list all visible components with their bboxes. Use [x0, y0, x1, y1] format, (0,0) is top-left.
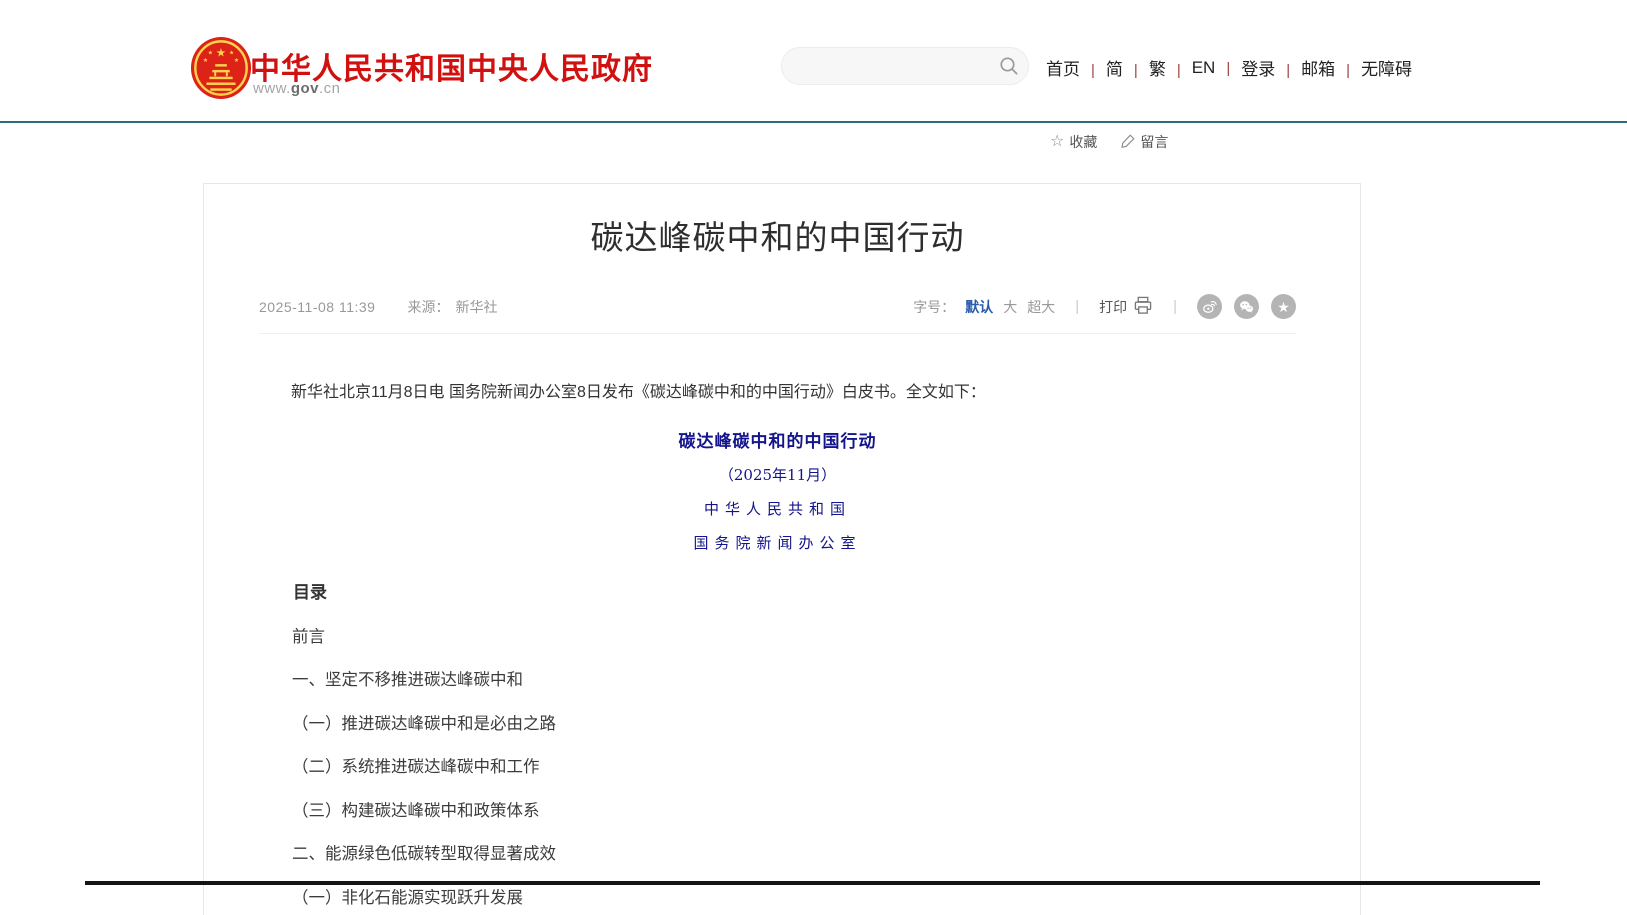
star-outline-icon: ☆ [1050, 134, 1064, 150]
lead-paragraph: 新华社北京11月8日电 国务院新闻办公室8日发布《碳达峰碳中和的中国行动》白皮书… [259, 381, 1296, 405]
favorite-label: 收藏 [1069, 132, 1097, 152]
svg-text:★: ★ [208, 49, 213, 56]
message-label: 留言 [1140, 132, 1168, 152]
document-org-line2: 国务院新闻办公室 [259, 532, 1296, 553]
qzone-star-icon[interactable]: ★ [1271, 294, 1296, 319]
font-size-xlarge-button[interactable]: 超大 [1027, 297, 1055, 317]
page-tools: ☆ 收藏 留言 [1050, 132, 1168, 152]
font-size-default-button[interactable]: 默认 [965, 297, 993, 317]
print-label: 打印 [1099, 297, 1127, 317]
site-url-prefix: www. [253, 80, 291, 97]
nav-home[interactable]: 首页 [1046, 55, 1106, 80]
document-title: 碳达峰碳中和的中国行动 [259, 427, 1296, 452]
wechat-icon[interactable] [1234, 294, 1259, 319]
meta-right: 字号： 默认 大 超大 | 打印 | [913, 294, 1296, 319]
toc-item-section1-3[interactable]: （三）构建碳达峰碳中和政策体系 [259, 803, 1296, 820]
search-box[interactable] [781, 47, 1029, 85]
document-heading-block: 碳达峰碳中和的中国行动 （2025年11月） 中华人民共和国 国务院新闻办公室 [259, 427, 1296, 553]
nav-simplified[interactable]: 简 [1106, 55, 1149, 80]
toc-item-preface[interactable]: 前言 [259, 629, 1296, 646]
meta-separator: | [1173, 298, 1177, 315]
nav-login[interactable]: 登录 [1241, 55, 1301, 80]
search-input[interactable] [800, 58, 999, 75]
document-org-line1: 中华人民共和国 [259, 498, 1296, 519]
font-size-large-button[interactable]: 大 [1003, 297, 1017, 317]
toc-item-section1-1[interactable]: （一）推进碳达峰碳中和是必由之路 [259, 716, 1296, 733]
site-header: ★ ★ ★ ★ ★ 中华人民共和国中央人民政府 www.gov.cn 首页 简 … [0, 0, 1627, 122]
print-button[interactable]: 打印 [1099, 296, 1153, 318]
site-url-gov: gov [291, 80, 319, 97]
nav-english[interactable]: EN [1192, 58, 1242, 78]
pencil-icon [1121, 134, 1135, 151]
svg-text:★: ★ [203, 57, 208, 64]
article-container: 碳达峰碳中和的中国行动 2025-11-08 11:39 来源： 新华社 字号：… [203, 183, 1361, 915]
message-button[interactable]: 留言 [1121, 132, 1168, 152]
meta-left: 2025-11-08 11:39 来源： 新华社 [259, 297, 497, 317]
weibo-icon[interactable] [1197, 294, 1222, 319]
svg-text:★: ★ [234, 57, 239, 64]
toc-item-section1-2[interactable]: （二）系统推进碳达峰碳中和工作 [259, 759, 1296, 776]
article-title: 碳达峰碳中和的中国行动 [259, 218, 1296, 258]
toc-item-section2-1[interactable]: （一）非化石能源实现跃升发展 [259, 890, 1296, 907]
toc-heading: 目录 [259, 578, 1296, 603]
source-label: 来源： [407, 297, 449, 317]
publish-date: 2025-11-08 11:39 [259, 299, 375, 315]
nav-mail[interactable]: 邮箱 [1301, 55, 1361, 80]
site-url-suffix: .cn [319, 80, 341, 97]
search-icon[interactable] [999, 56, 1019, 76]
svg-text:★: ★ [229, 49, 234, 56]
nav-accessibility[interactable]: 无障碍 [1361, 55, 1412, 80]
national-emblem-icon: ★ ★ ★ ★ ★ [190, 36, 252, 100]
document-date: （2025年11月） [259, 464, 1296, 485]
printer-icon [1133, 296, 1153, 318]
site-url: www.gov.cn [253, 80, 341, 97]
top-nav: 首页 简 繁 EN 登录 邮箱 无障碍 [1046, 55, 1412, 80]
meta-divider [259, 333, 1296, 334]
header-divider [0, 121, 1627, 123]
font-size-label: 字号： [913, 297, 955, 317]
bottom-edge-bar [85, 881, 1540, 885]
toc-item-section2[interactable]: 二、能源绿色低碳转型取得显著成效 [259, 846, 1296, 863]
toc-item-section1[interactable]: 一、坚定不移推进碳达峰碳中和 [259, 672, 1296, 689]
source-value[interactable]: 新华社 [455, 297, 497, 317]
favorite-button[interactable]: ☆ 收藏 [1050, 132, 1097, 152]
meta-separator: | [1075, 298, 1079, 315]
article-meta-row: 2025-11-08 11:39 来源： 新华社 字号： 默认 大 超大 | 打… [259, 294, 1296, 320]
svg-text:★: ★ [216, 46, 226, 59]
qzone-star-glyph: ★ [1277, 300, 1290, 314]
toc-list: 前言 一、坚定不移推进碳达峰碳中和 （一）推进碳达峰碳中和是必由之路 （二）系统… [259, 629, 1296, 907]
nav-traditional[interactable]: 繁 [1149, 55, 1192, 80]
